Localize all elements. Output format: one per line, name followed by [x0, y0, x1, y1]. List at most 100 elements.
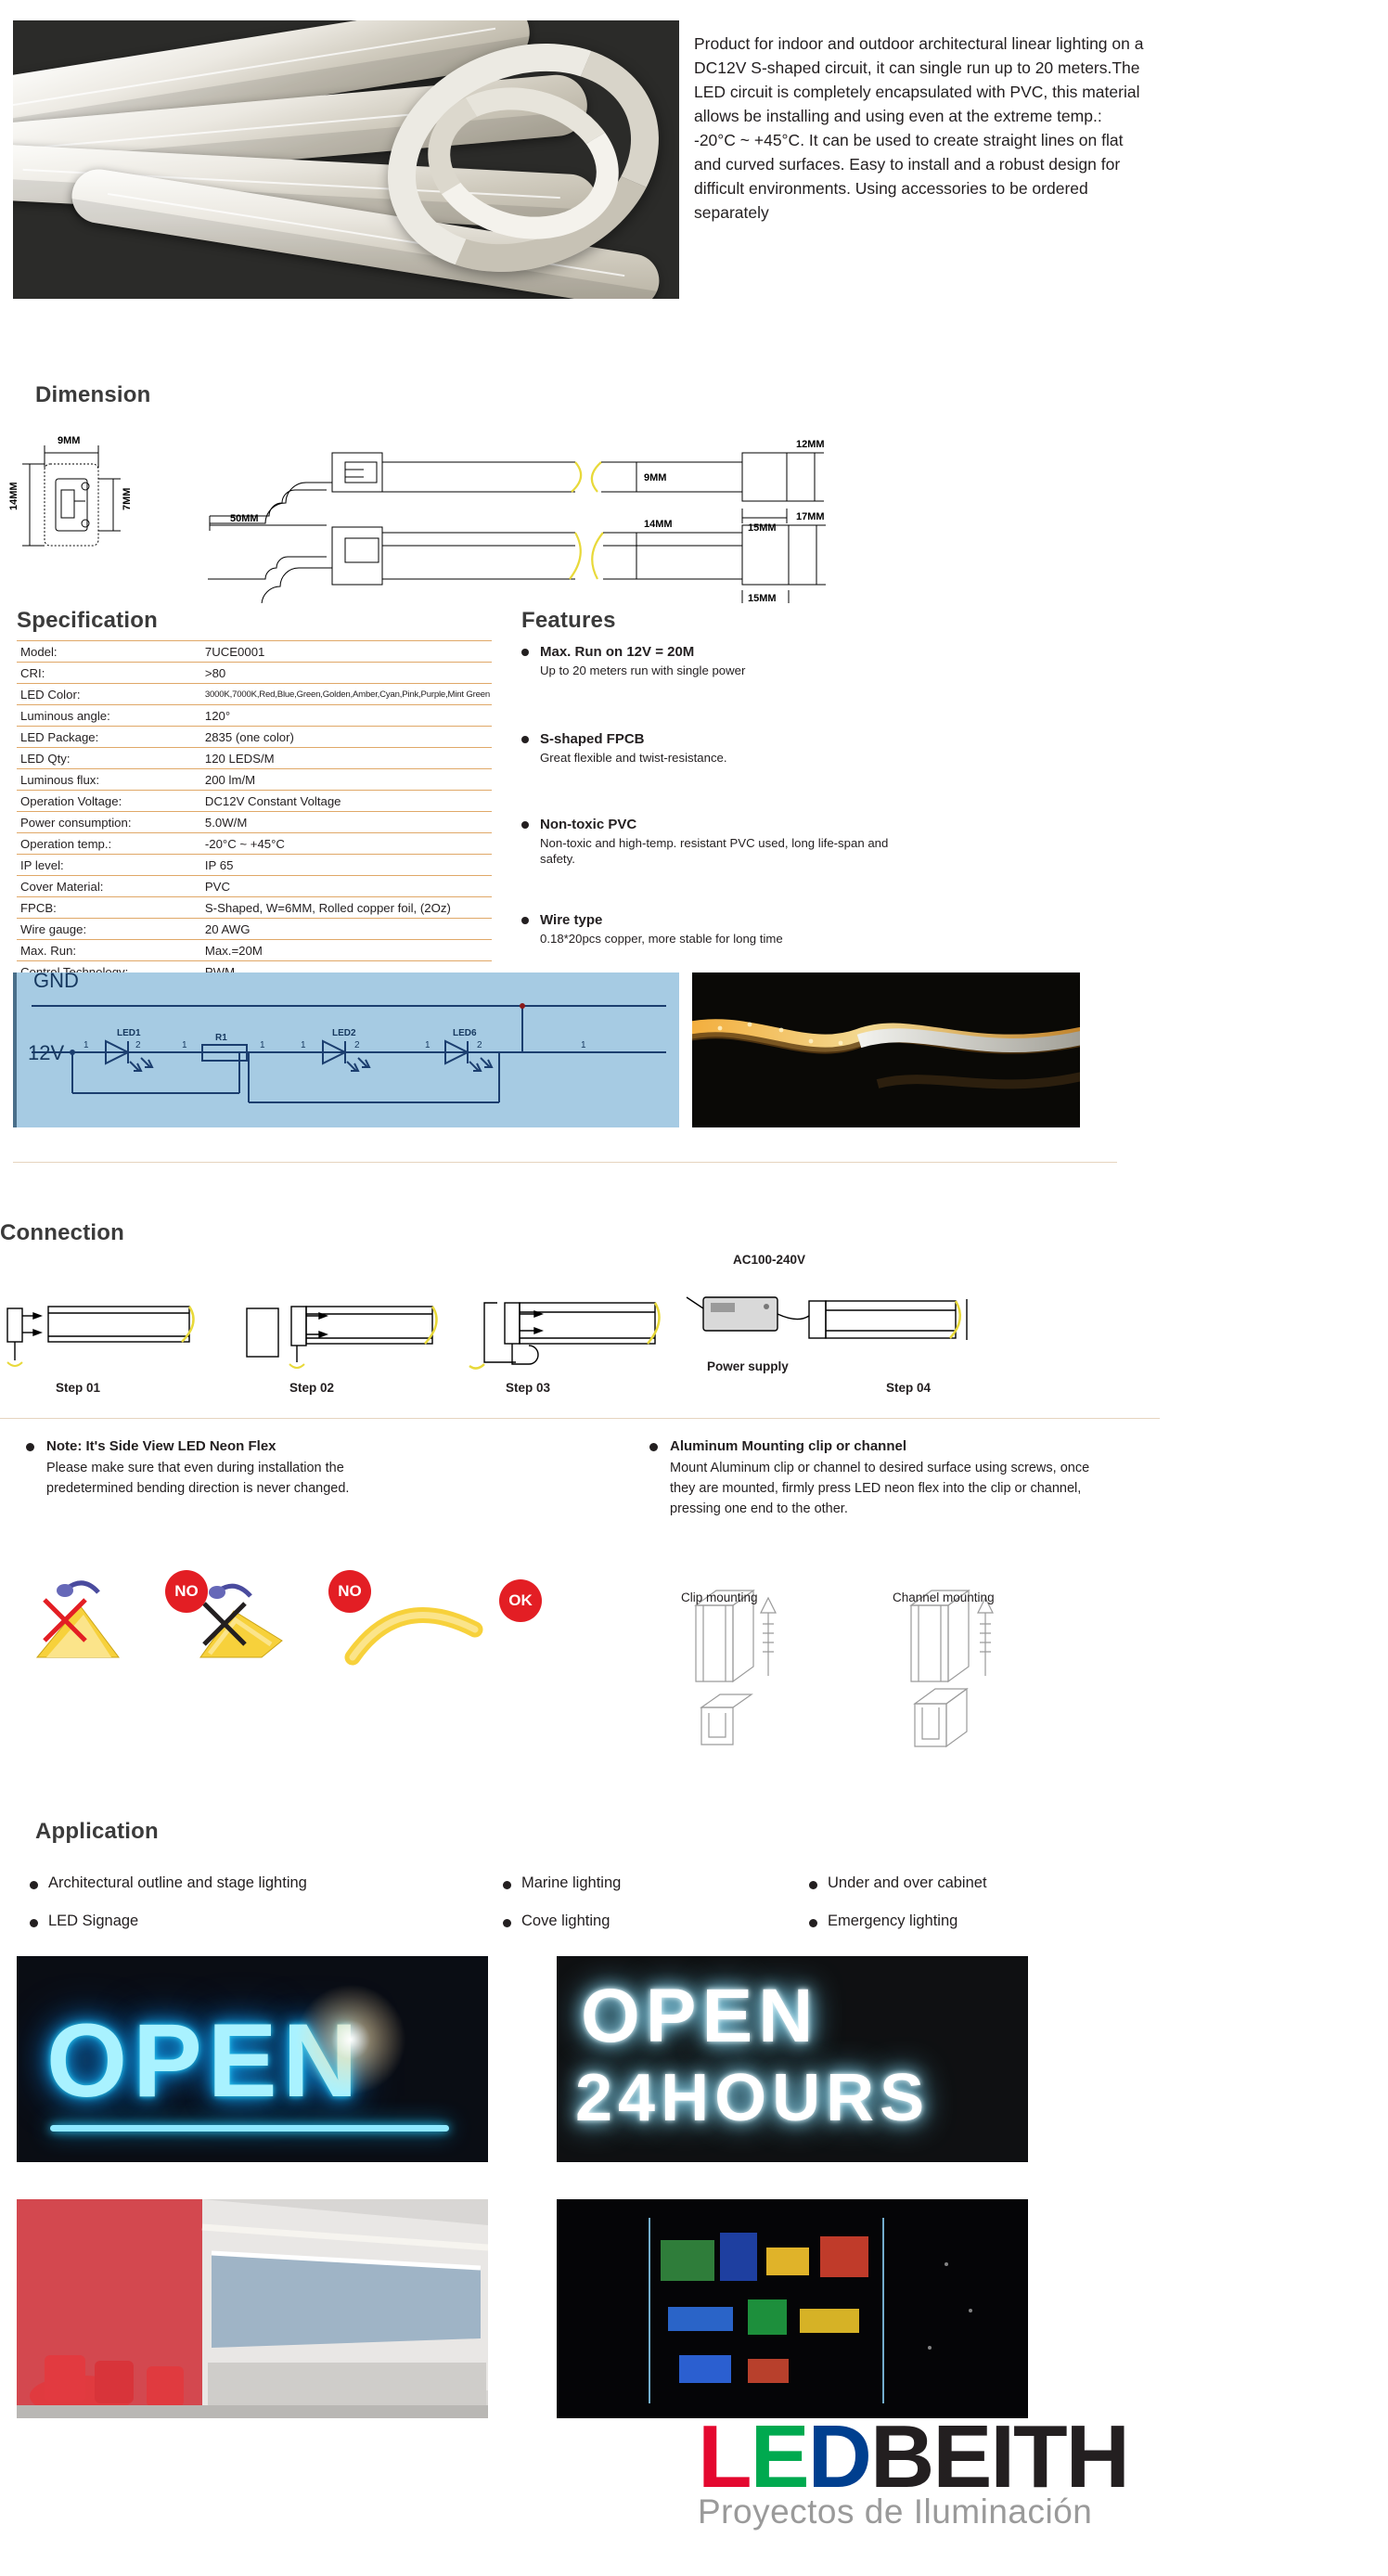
spec-key: Power consumption:	[17, 811, 201, 833]
step-label-01: Step 01	[56, 1381, 101, 1395]
dim-label-profile-h1: 9MM	[644, 472, 666, 483]
specification-table: Model: 7UCE0001 CRI: >80 LED Color: 3000…	[17, 640, 492, 983]
bullet-icon	[521, 917, 529, 924]
application-label: LED Signage	[48, 1913, 139, 1929]
application-label: Emergency lighting	[828, 1913, 958, 1929]
ac-voltage-label: AC100-240V	[733, 1253, 806, 1267]
interior-illustration	[17, 2199, 488, 2418]
note-side-view: Note: It's Side View LED Neon Flex Pleas…	[26, 1436, 425, 1499]
spec-value: 5.0W/M	[200, 811, 492, 833]
spec-value: 7UCE0001	[200, 640, 492, 663]
spec-key: Max. Run:	[17, 939, 201, 961]
dim-label-height-right: 7MM	[122, 488, 133, 510]
bullet-icon	[649, 1443, 658, 1451]
application-label: Architectural outline and stage lighting	[48, 1874, 307, 1891]
spec-value: -20°C ~ +45°C	[200, 832, 492, 855]
dimension-section-title: Dimension	[35, 382, 151, 407]
svg-text:1: 1	[182, 1040, 187, 1050]
step-label-02: Step 02	[289, 1381, 335, 1395]
application-list: Architectural outline and stage lighting…	[28, 1874, 1123, 1951]
note-title: Note: It's Side View LED Neon Flex	[46, 1438, 276, 1454]
spec-value: PVC	[200, 875, 492, 897]
neon-sign-line1: OPEN	[581, 1974, 819, 2058]
circuit-svg: LED1 R1 LED2 LED6 1 2 1 1 1 2 1 2 1 GND 12V	[28, 972, 666, 1103]
step-label-04: Step 04	[886, 1381, 932, 1395]
spec-value: IP 65	[200, 854, 492, 876]
dim-label-width-top: 9MM	[58, 435, 80, 446]
dim-label-height-left: 14MM	[8, 482, 19, 510]
svg-text:1: 1	[581, 1040, 586, 1050]
datasheet-page: Product for indoor and outdoor architect…	[0, 0, 1388, 2576]
table-row: Model: 7UCE0001	[17, 640, 492, 663]
svg-text:2: 2	[135, 1040, 141, 1050]
connection-diagram	[0, 1271, 1123, 1401]
bullet-icon	[503, 1881, 511, 1889]
bullet-icon	[503, 1919, 511, 1927]
table-row: LED Color: 3000K,7000K,Red,Blue,Green,Go…	[17, 683, 492, 705]
table-row: Luminous flux: 200 lm/M	[17, 768, 492, 791]
section-divider	[13, 1162, 1117, 1163]
power-supply-label: Power supply	[707, 1359, 789, 1373]
note-body: Please make sure that even during instal…	[46, 1461, 350, 1496]
spec-value: 3000K,7000K,Red,Blue,Green,Golden,Amber,…	[200, 683, 492, 705]
bullet-icon	[809, 1881, 817, 1889]
spec-value: 2835 (one color)	[200, 726, 492, 748]
feature-body: Up to 20 meters run with single power	[540, 663, 746, 677]
gallery-photo-open-24hours: OPEN 24HOURS	[557, 1956, 1028, 2162]
gallery-photo-interior-cove	[17, 2199, 488, 2418]
list-item: Under and over cabinet	[807, 1874, 1113, 1892]
dimension-drawing: 9MM 14MM 7MM 50MM 9MM 14MM 15MM 15MM 12M…	[8, 435, 826, 603]
spec-key: Wire gauge:	[17, 918, 201, 940]
list-item: Cove lighting	[501, 1913, 807, 1930]
dim-label-lead-length: 50MM	[230, 513, 259, 524]
table-row: Operation temp.: -20°C ~ +45°C	[17, 832, 492, 855]
dim-label-cap-w2: 15MM	[748, 593, 777, 603]
dim-label-cap-w1: 15MM	[748, 522, 777, 534]
note-body: Mount Aluminum clip or channel to desire…	[670, 1461, 1090, 1516]
led-strip-photo	[692, 972, 1080, 1127]
dim-label-cap-h1: 12MM	[796, 439, 825, 450]
svg-text:1: 1	[260, 1040, 265, 1050]
neon-sign-line2: 24HOURS	[575, 2061, 931, 2135]
table-row: Max. Run: Max.=20M	[17, 939, 492, 961]
dimension-diagram: 9MM 14MM 7MM 50MM 9MM 14MM 15MM 15MM 12M…	[0, 408, 1388, 603]
application-label: Under and over cabinet	[828, 1874, 987, 1891]
bullet-icon	[521, 821, 529, 829]
logo-letter-e: E	[750, 2407, 810, 2506]
hero-product-photo	[13, 20, 679, 299]
features-list: Max. Run on 12V = 20M Up to 20 meters ru…	[521, 643, 920, 971]
table-row: IP level: IP 65	[17, 854, 492, 876]
feature-title: Wire type	[540, 912, 603, 928]
spec-key: Model:	[17, 640, 201, 663]
channel-mounting-label: Channel mounting	[893, 1591, 995, 1604]
bullet-icon	[30, 1881, 38, 1889]
step-label-03: Step 03	[506, 1381, 551, 1395]
circuit-label-gnd: GND	[33, 972, 79, 992]
spec-value: >80	[200, 662, 492, 684]
feature-item: S-shaped FPCB Great flexible and twist-r…	[521, 730, 920, 766]
connection-drawing	[6, 1296, 968, 1370]
table-row: Luminous angle: 120°	[17, 704, 492, 727]
application-row: Architectural outline and stage lighting…	[28, 1874, 1123, 1892]
feature-body: Non-toxic and high-temp. resistant PVC u…	[540, 836, 889, 866]
note-title: Aluminum Mounting clip or channel	[670, 1438, 906, 1454]
bullet-icon	[26, 1443, 34, 1451]
circuit-diagram: LED1 R1 LED2 LED6 1 2 1 1 1 2 1 2 1 GND 12V	[13, 972, 679, 1127]
gallery-photo-building-facade	[557, 2199, 1028, 2418]
table-row: Power consumption: 5.0W/M	[17, 811, 492, 833]
bullet-icon	[521, 736, 529, 743]
circuit-label-r1: R1	[215, 1033, 227, 1043]
spec-key: Cover Material:	[17, 875, 201, 897]
spec-key: Operation temp.:	[17, 832, 201, 855]
spec-value: 120°	[200, 704, 492, 727]
list-item: Emergency lighting	[807, 1913, 1113, 1930]
spec-key: CRI:	[17, 662, 201, 684]
note-aluminum-mounting: Aluminum Mounting clip or channel Mount …	[649, 1436, 1113, 1519]
logo-tagline: Proyectos de Iluminación	[698, 2492, 1093, 2531]
svg-text:2: 2	[477, 1040, 482, 1050]
badge-ok: OK	[499, 1579, 542, 1622]
svg-text:1: 1	[425, 1040, 431, 1050]
feature-title: Max. Run on 12V = 20M	[540, 644, 695, 660]
spec-key: LED Package:	[17, 726, 201, 748]
facade-illustration	[557, 2199, 1028, 2418]
